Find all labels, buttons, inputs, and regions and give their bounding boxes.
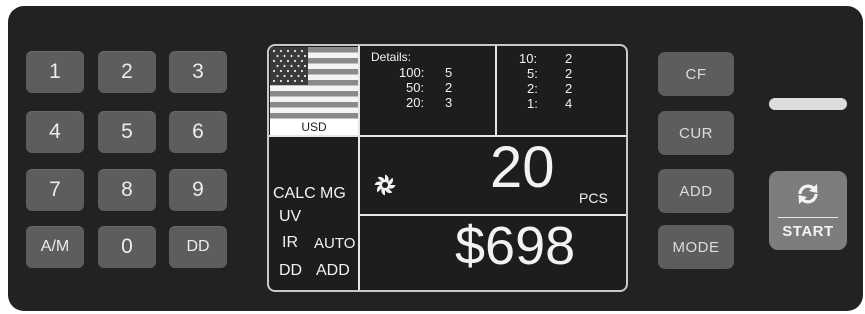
detail-count: 2 <box>565 81 573 96</box>
detail-count: 4 <box>565 96 573 111</box>
key-9[interactable]: 9 <box>169 169 227 211</box>
key-3[interactable]: 3 <box>169 51 227 93</box>
pieces-unit: PCS <box>579 190 608 206</box>
cur-button[interactable]: CUR <box>658 111 734 155</box>
mode-auto: AUTO <box>314 235 356 252</box>
control-panel: 1 2 3 4 5 6 7 8 9 A/M 0 DD CF CUR ADD MO… <box>8 6 863 311</box>
key-1[interactable]: 1 <box>26 51 84 93</box>
detail-count: 2 <box>565 51 573 66</box>
detail-denom: 5: <box>527 66 538 81</box>
key-0[interactable]: 0 <box>98 226 156 268</box>
detail-count: 3 <box>445 95 453 110</box>
key-5[interactable]: 5 <box>98 111 156 153</box>
cf-button[interactable]: CF <box>658 52 734 96</box>
fan-icon <box>374 174 396 196</box>
mode-mg: MG <box>320 185 346 202</box>
detail-denom: 100: <box>399 65 425 80</box>
detail-count: 5 <box>445 65 453 80</box>
divider <box>269 135 626 137</box>
key-a-m[interactable]: A/M <box>26 226 84 268</box>
mode-ir: IR <box>282 234 298 251</box>
detail-denom: 2: <box>527 81 538 96</box>
start-label: START <box>782 223 834 240</box>
refresh-icon <box>798 184 818 204</box>
currency-label: USD <box>270 119 358 135</box>
start-divider <box>778 217 838 218</box>
indicator-slot <box>769 98 847 110</box>
detail-count: 2 <box>445 80 453 95</box>
divider <box>495 46 497 135</box>
details-title: Details: <box>371 50 412 64</box>
key-dd[interactable]: DD <box>169 226 227 268</box>
divider <box>358 46 360 290</box>
mode-add: ADD <box>316 262 350 279</box>
mode-uv: UV <box>279 208 302 225</box>
key-4[interactable]: 4 <box>26 111 84 153</box>
us-flag <box>270 47 358 119</box>
start-button[interactable]: START <box>769 171 847 250</box>
detail-denom: 50: <box>406 80 425 95</box>
total-amount: $698 <box>455 216 576 276</box>
key-8[interactable]: 8 <box>98 169 156 211</box>
mode-dd: DD <box>279 262 303 279</box>
key-6[interactable]: 6 <box>169 111 227 153</box>
key-2[interactable]: 2 <box>98 51 156 93</box>
add-button[interactable]: ADD <box>658 169 734 213</box>
pieces-count: 20 <box>490 135 555 200</box>
lcd-display: USD Details: 100: 5 50: 2 20: 3 10: 2 5:… <box>267 44 628 292</box>
detail-denom: 1: <box>527 96 538 111</box>
detail-denom: 10: <box>519 51 538 66</box>
mode-button[interactable]: MODE <box>658 225 734 269</box>
mode-calc: CALC <box>273 185 316 202</box>
detail-count: 2 <box>565 66 573 81</box>
key-7[interactable]: 7 <box>26 169 84 211</box>
detail-denom: 20: <box>406 95 425 110</box>
